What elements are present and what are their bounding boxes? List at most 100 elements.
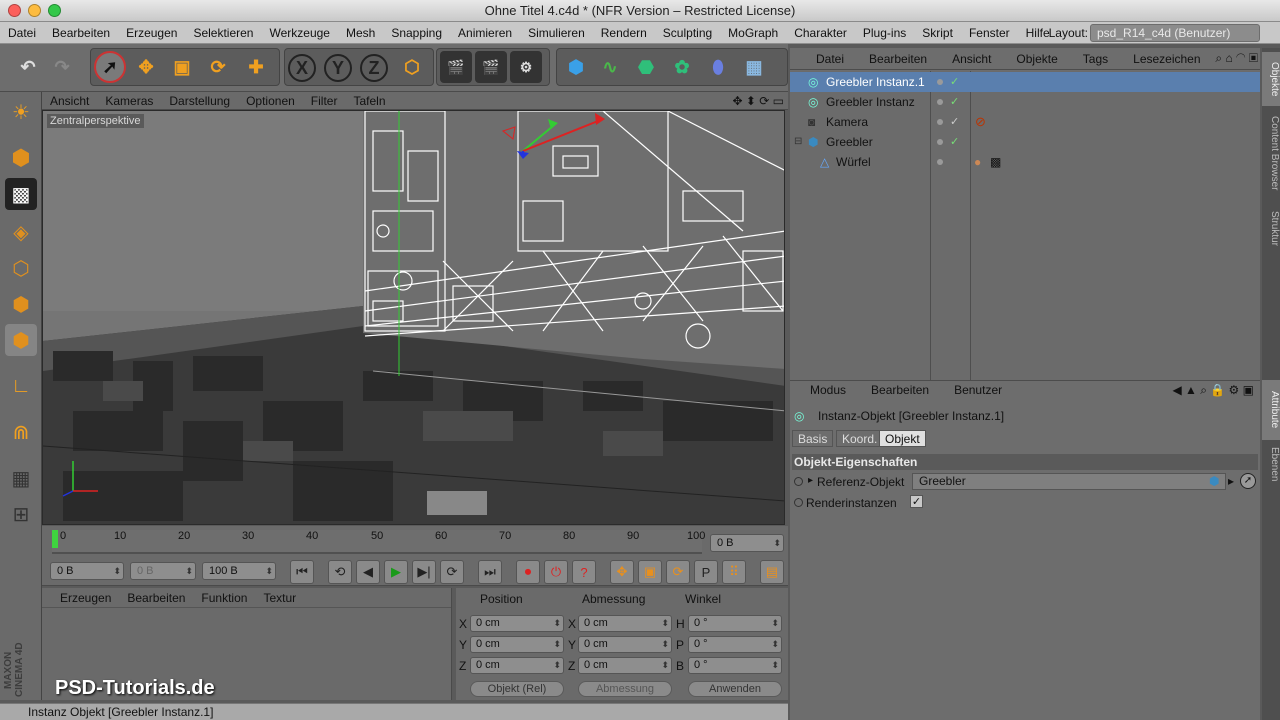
rot-h-field[interactable]: 0 ° xyxy=(688,615,782,632)
coordinate-system-icon[interactable]: ⬡ xyxy=(396,51,428,83)
viewport-menu-optionen[interactable]: Optionen xyxy=(238,94,303,108)
polygons-mode-icon[interactable]: ⬢ xyxy=(5,324,37,356)
object-row-greebler-instanz[interactable]: ◎ Greebler Instanz ✓ xyxy=(790,92,1260,112)
coord-mode-select[interactable]: Objekt (Rel) xyxy=(470,681,564,697)
ref-animate-radio[interactable] xyxy=(794,477,803,486)
phong-tag-icon[interactable]: ● xyxy=(974,152,981,172)
side-tab-struktur[interactable]: Struktur xyxy=(1262,204,1280,254)
side-tab-content-browser[interactable]: Content Browser xyxy=(1262,108,1280,198)
snapping-magnet-icon[interactable]: ⋒ xyxy=(5,416,37,448)
x-axis-lock-button[interactable]: X xyxy=(288,54,316,82)
render-animate-radio[interactable] xyxy=(794,498,803,507)
visibility-check-icon[interactable]: ✓ xyxy=(950,112,959,132)
menu-werkzeuge[interactable]: Werkzeuge xyxy=(261,26,337,40)
timeline-window-icon[interactable]: ▤ xyxy=(760,560,784,584)
menu-rendern[interactable]: Rendern xyxy=(593,26,655,40)
visibility-check-icon[interactable]: ✓ xyxy=(950,92,959,112)
menu-datei[interactable]: Datei xyxy=(0,26,44,40)
viewport-nav-icons[interactable]: ✥ ⬍ ⟳ ▭ xyxy=(732,94,784,108)
render-picture-viewer-icon[interactable]: 🎬 xyxy=(475,51,507,83)
attr-menu-benutzer[interactable]: Benutzer xyxy=(934,383,1007,397)
protection-tag-icon[interactable]: ⊘ xyxy=(975,112,986,132)
attr-menu-bearbeiten[interactable]: Bearbeiten xyxy=(851,383,934,397)
cube-object-icon[interactable]: ⬢ xyxy=(560,51,592,83)
generator-icon[interactable]: ⬣ xyxy=(630,51,662,83)
obj-menu-bearbeiten[interactable]: Bearbeiten xyxy=(854,52,937,66)
floor-scene-icon[interactable]: ▦ xyxy=(738,51,770,83)
scale-tool-icon[interactable]: ▣ xyxy=(166,51,198,83)
prev-key-icon[interactable]: ⟲ xyxy=(328,560,352,584)
goto-end-icon[interactable]: ⏭ xyxy=(478,560,502,584)
menu-bearbeiten[interactable]: Bearbeiten xyxy=(44,26,118,40)
material-menu-textur[interactable]: Textur xyxy=(255,591,304,605)
render-view-icon[interactable]: 🎬 xyxy=(440,51,472,83)
play-icon[interactable]: ▶ xyxy=(384,560,408,584)
menu-animieren[interactable]: Animieren xyxy=(450,26,520,40)
key-parameter-icon[interactable]: P xyxy=(694,560,718,584)
next-key-icon[interactable]: ⟳ xyxy=(440,560,464,584)
expand-arrow-icon[interactable]: ▸ xyxy=(808,475,813,486)
menu-snapping[interactable]: Snapping xyxy=(383,26,450,40)
texture-tag-icon[interactable]: ▩ xyxy=(990,152,1001,172)
selection-tool-icon[interactable]: ➚ xyxy=(94,51,126,83)
side-tab-attribute[interactable]: Attribute xyxy=(1262,380,1280,440)
object-row-greebler-instanz-1[interactable]: ◎ Greebler Instanz.1 ✓ xyxy=(790,72,1260,92)
viewport-menu-darstellung[interactable]: Darstellung xyxy=(161,94,238,108)
pos-z-field[interactable]: 0 cm xyxy=(470,657,564,674)
layout-select[interactable]: psd_R14_c4d (Benutzer) xyxy=(1090,24,1260,42)
prev-frame-icon[interactable]: ◀ xyxy=(356,560,380,584)
size-x-field[interactable]: 0 cm xyxy=(578,615,672,632)
viewport-menu-tafeln[interactable]: Tafeln xyxy=(345,94,393,108)
model-mode-icon[interactable]: ⬢ xyxy=(5,142,37,174)
object-row-wurfel[interactable]: △ Würfel ● ▩ xyxy=(790,152,1260,172)
object-row-greebler[interactable]: ⊟ ⬢ Greebler ✓ xyxy=(790,132,1260,152)
side-tab-ebenen[interactable]: Ebenen xyxy=(1262,444,1280,484)
size-z-field[interactable]: 0 cm xyxy=(578,657,672,674)
menu-simulieren[interactable]: Simulieren xyxy=(520,26,593,40)
obj-manager-nav-icons[interactable]: ⌕ ⌂ ◠ ▣ xyxy=(1215,51,1258,66)
object-row-kamera[interactable]: ◙ Kamera ✓ ⊘ xyxy=(790,112,1260,132)
z-axis-lock-button[interactable]: Z xyxy=(360,54,388,82)
visibility-check-icon[interactable]: ✓ xyxy=(950,72,959,92)
size-mode-select[interactable]: Abmessung xyxy=(578,681,672,697)
edges-mode-icon[interactable]: ⬢ xyxy=(5,288,37,320)
goto-start-icon[interactable]: ⏮ xyxy=(290,560,314,584)
camera-label[interactable]: Zentralperspektive xyxy=(47,114,144,128)
texture-mode-icon[interactable]: ▩ xyxy=(5,178,37,210)
material-menu-bearbeiten[interactable]: Bearbeiten xyxy=(119,591,193,605)
side-tab-objekte[interactable]: Objekte xyxy=(1262,52,1280,106)
record-icon[interactable]: ⏺ xyxy=(516,560,540,584)
rotate-tool-icon[interactable]: ⟳ xyxy=(202,51,234,83)
size-y-field[interactable]: 0 cm xyxy=(578,636,672,653)
move-tool-icon[interactable]: ✥ xyxy=(130,51,162,83)
menu-plugins[interactable]: Plug-ins xyxy=(855,26,914,40)
tab-objekt[interactable]: Objekt xyxy=(879,430,926,447)
attr-nav-icons[interactable]: ◀ ▲ ⌕ 🔒 ⚙ ▣ xyxy=(1172,383,1254,398)
tab-basis[interactable]: Basis xyxy=(792,430,834,447)
key-position-icon[interactable]: ✥ xyxy=(610,560,634,584)
workplane-axis-icon[interactable]: ◈ xyxy=(5,216,37,248)
apply-button[interactable]: Anwenden xyxy=(688,681,782,697)
workplane-icon[interactable]: ☀ xyxy=(5,96,37,128)
obj-menu-objekte[interactable]: Objekte xyxy=(1001,52,1067,66)
keyframe-selection-icon[interactable]: ? xyxy=(572,560,596,584)
menu-erzeugen[interactable]: Erzeugen xyxy=(118,26,185,40)
3d-viewport[interactable]: Zentralperspektive xyxy=(42,110,785,525)
next-frame-icon[interactable]: ▶| xyxy=(412,560,436,584)
menu-fenster[interactable]: Fenster xyxy=(961,26,1018,40)
menu-charakter[interactable]: Charakter xyxy=(786,26,855,40)
axis-mode-icon[interactable]: ∟ xyxy=(5,370,37,402)
locked-workplane-icon[interactable]: ⊞ xyxy=(5,498,37,530)
key-rotation-icon[interactable]: ⟳ xyxy=(666,560,690,584)
playhead-marker[interactable] xyxy=(52,530,58,548)
ref-object-field[interactable]: Greebler xyxy=(912,473,1226,490)
material-menu-funktion[interactable]: Funktion xyxy=(193,591,255,605)
workplane-grid-icon[interactable]: ▦ xyxy=(5,462,37,494)
rot-b-field[interactable]: 0 ° xyxy=(688,657,782,674)
spline-icon[interactable]: ∿ xyxy=(594,51,626,83)
mograph-cloner-icon[interactable]: ✿ xyxy=(666,51,698,83)
link-arrow-icon[interactable]: ▸ xyxy=(1228,474,1234,488)
current-frame-field[interactable]: 0 B xyxy=(710,534,784,552)
live-selection-icon[interactable]: ✚ xyxy=(240,51,272,83)
obj-menu-tags[interactable]: Tags xyxy=(1068,52,1118,66)
